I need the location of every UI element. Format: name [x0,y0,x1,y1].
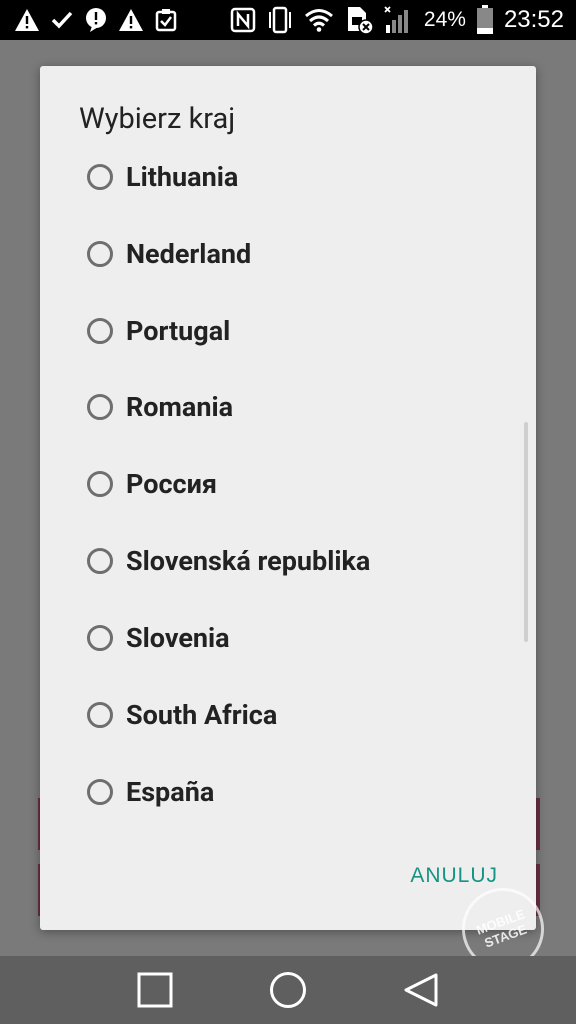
country-option[interactable]: Slovenská republika [87,536,370,586]
list-scrollbar[interactable] [524,422,528,642]
radio-button-icon[interactable] [87,471,113,497]
recents-icon [137,972,173,1008]
check-icon [50,8,74,32]
home-button[interactable] [264,966,312,1014]
back-icon [404,973,438,1007]
country-option[interactable]: Россия [87,459,217,509]
country-option[interactable]: Portugal [87,306,230,356]
vibrate-icon [266,6,294,34]
clock: 23:52 [503,6,564,33]
radio-button-icon[interactable] [87,241,113,267]
country-label: Россия [126,468,218,500]
country-label: Lithuania [126,161,239,193]
warning-icon [14,8,40,32]
country-label: España [126,776,215,808]
country-option[interactable]: Nederland [87,229,251,279]
country-label: Nederland [126,238,252,270]
cancel-button[interactable]: ANULUJ [410,864,498,888]
radio-button-icon[interactable] [87,394,113,420]
country-option[interactable]: Romania [87,382,233,432]
country-picker-dialog: Wybierz kraj Lithuania Nederland Portuga… [40,66,536,930]
back-button[interactable] [397,966,445,1014]
country-option[interactable]: Lithuania [87,152,238,202]
sim-error-icon [344,5,374,35]
signal-icon [384,5,414,35]
country-option[interactable]: Slovenia [87,613,230,663]
country-label: Portugal [126,315,231,347]
status-bar: 24% 23:52 [0,0,576,40]
country-label: Romania [126,391,234,423]
radio-button-icon[interactable] [87,318,113,344]
status-bar-system: 24% 23:52 [230,5,564,35]
clipboard-check-icon [154,8,178,32]
navigation-bar [0,956,576,1024]
radio-button-icon[interactable] [87,779,113,805]
battery-percent: 24% [423,8,466,31]
country-label: Slovenia [126,622,230,654]
radio-button-icon[interactable] [87,625,113,651]
warning-icon [118,8,144,32]
recents-button[interactable] [131,966,179,1014]
nfc-icon [230,7,256,33]
country-option[interactable]: España [87,767,214,817]
alert-bubble-icon [84,7,108,33]
country-label: South Africa [126,699,278,731]
home-icon [269,972,306,1008]
radio-button-icon[interactable] [87,702,113,728]
battery-icon [476,5,494,35]
country-option[interactable]: South Africa [87,690,277,740]
status-bar-notifications [14,7,178,33]
country-label: Slovenská republika [126,545,371,577]
radio-button-icon[interactable] [87,548,113,574]
dialog-title: Wybierz kraj [79,102,236,136]
wifi-icon [304,8,334,32]
radio-button-icon[interactable] [87,164,113,190]
